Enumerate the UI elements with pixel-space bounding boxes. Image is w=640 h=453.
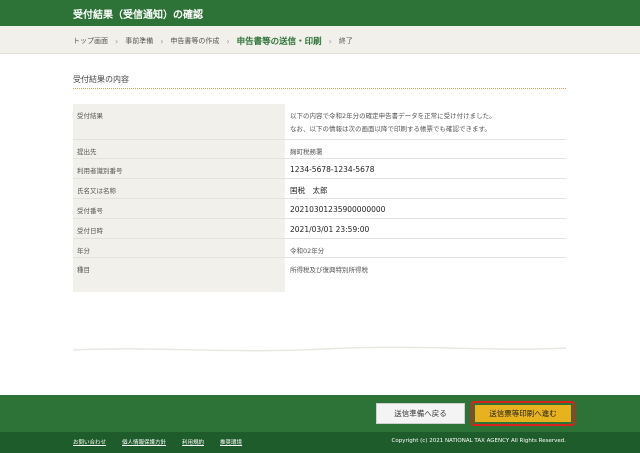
footer-link-environment[interactable]: 推奨環境	[220, 438, 242, 446]
table-row: 受付日時 2021/03/01 23:59:00	[73, 219, 566, 239]
breadcrumb-step-create: 申告書等の作成	[170, 37, 220, 45]
breadcrumb-separator-icon: ›	[226, 36, 230, 46]
row-value: 令和02年分	[285, 239, 566, 257]
breadcrumb-step-top: トップ画面	[73, 37, 108, 45]
row-value: 国税 太郎	[285, 179, 566, 198]
table-row: 氏名又は名称 国税 太郎	[73, 179, 566, 199]
torn-edge-overlay	[73, 292, 566, 362]
section-divider	[73, 88, 566, 89]
page-footer: お問い合わせ 個人情報保護方針 利用規約 推奨環境 Copyright (c) …	[0, 432, 640, 453]
table-row: 提出先 麹町税務署	[73, 140, 566, 159]
page-title: 受付結果（受信通知）の確認	[73, 10, 203, 21]
breadcrumb-bar: トップ画面 › 事前準備 › 申告書等の作成 › 申告書等の送信・印刷 › 終了	[0, 26, 640, 54]
row-label: 利用者識別番号	[73, 159, 285, 178]
row-value: 1234-5678-1234-5678	[285, 159, 566, 178]
receipt-message-line1: 以下の内容で令和2年分の確定申告書データを正常に受け付けました。	[290, 112, 496, 120]
table-row: 利用者識別番号 1234-5678-1234-5678	[73, 159, 566, 179]
table-row: 年分 令和02年分	[73, 239, 566, 258]
footer-link-terms[interactable]: 利用規約	[182, 438, 204, 446]
row-value: 以下の内容で令和2年分の確定申告書データを正常に受け付けました。 なお、以下の情…	[285, 104, 566, 139]
next-print-button-highlight[interactable]: 送信票等印刷へ進む	[471, 401, 575, 426]
footer-links: お問い合わせ 個人情報保護方針 利用規約 推奨環境	[73, 438, 242, 446]
breadcrumb-separator-icon: ›	[115, 36, 119, 46]
next-print-button[interactable]: 送信票等印刷へ進む	[475, 405, 571, 422]
table-row: 受付結果 以下の内容で令和2年分の確定申告書データを正常に受け付けました。 なお…	[73, 104, 566, 140]
row-label: 受付番号	[73, 199, 285, 218]
footer-link-contact[interactable]: お問い合わせ	[73, 438, 106, 446]
receipt-table: 受付結果 以下の内容で令和2年分の確定申告書データを正常に受け付けました。 なお…	[73, 104, 566, 318]
footer-link-privacy[interactable]: 個人情報保護方針	[122, 438, 166, 446]
breadcrumb-separator-icon: ›	[328, 36, 332, 46]
footer-copyright: Copyright (c) 2021 NATIONAL TAX AGENCY A…	[391, 438, 566, 444]
page-header: 受付結果（受信通知）の確認	[0, 0, 640, 26]
row-label: 提出先	[73, 140, 285, 158]
breadcrumb-separator-icon: ›	[160, 36, 164, 46]
table-row: 受付番号 20210301235900000000	[73, 199, 566, 219]
breadcrumb-step-end: 終了	[338, 37, 353, 45]
breadcrumb-step-current: 申告書等の送信・印刷	[236, 37, 322, 47]
row-label: 受付結果	[73, 104, 285, 139]
row-label: 受付日時	[73, 219, 285, 238]
row-value: 2021/03/01 23:59:00	[285, 219, 566, 238]
row-value: 20210301235900000000	[285, 199, 566, 218]
row-label: 年分	[73, 239, 285, 257]
row-value: 麹町税務署	[285, 140, 566, 158]
action-bar: 送信準備へ戻る 送信票等印刷へ進む	[0, 395, 640, 432]
breadcrumb-step-prep: 事前準備	[125, 37, 154, 45]
back-to-prep-button[interactable]: 送信準備へ戻る	[376, 403, 465, 424]
section-title: 受付結果の内容	[73, 75, 129, 84]
receipt-message-line2: なお、以下の情報は次の画面以降で印刷する帳票でも確認できます。	[290, 125, 491, 133]
row-label: 氏名又は名称	[73, 179, 285, 198]
breadcrumb: トップ画面 › 事前準備 › 申告書等の作成 › 申告書等の送信・印刷 › 終了	[73, 35, 353, 48]
